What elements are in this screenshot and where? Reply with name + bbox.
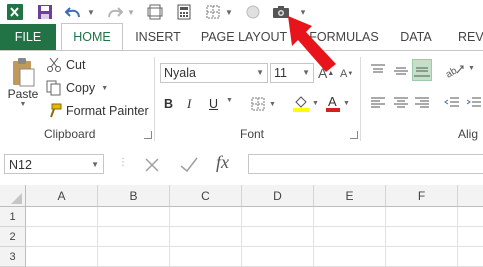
alignment-group-label: Alig (458, 127, 479, 141)
column-header[interactable]: F (386, 185, 458, 207)
align-center-button[interactable] (393, 95, 409, 114)
align-center-icon (394, 97, 408, 108)
paste-label: Paste (7, 87, 39, 101)
cell-area[interactable] (26, 207, 483, 267)
group-divider (154, 57, 155, 141)
brush-icon (50, 103, 62, 118)
italic-button[interactable]: I (187, 95, 191, 113)
copy-label: Copy (66, 81, 96, 95)
cut-label: Cut (66, 58, 86, 72)
underline-button[interactable]: U (209, 95, 218, 113)
tab-insert[interactable]: INSERT (128, 24, 188, 50)
tab-file[interactable]: FILE (0, 24, 56, 50)
border-icon (251, 97, 265, 111)
tab-home[interactable]: HOME (61, 23, 123, 51)
outdent-icon (444, 97, 459, 107)
redo-dropdown-icon[interactable]: ▼ (126, 2, 136, 22)
checkmark-icon (180, 157, 198, 173)
tab-data[interactable]: DATA (392, 24, 440, 50)
format-painter-button[interactable]: Format Painter (46, 102, 149, 120)
paste-dropdown-icon: ▼ (19, 101, 27, 108)
underline-dropdown-icon[interactable]: ▼ (226, 97, 233, 104)
ribbon-tabs: FILE HOME INSERT PAGE LAYOUT FORMULAS DA… (0, 23, 483, 51)
scissors-icon (47, 57, 61, 72)
tab-review[interactable]: REV (458, 24, 483, 50)
align-bottom-icon (414, 67, 430, 77)
annotation-arrow-icon (288, 16, 336, 72)
column-header[interactable]: A (26, 185, 98, 207)
orientation-button[interactable]: ab ▼ (444, 61, 475, 82)
increase-indent-button[interactable] (466, 95, 482, 114)
save-icon[interactable] (34, 2, 56, 22)
quick-access-toolbar: ▼ ▼ ▼ ▾ (0, 0, 483, 24)
column-header[interactable]: C (170, 185, 242, 207)
name-box-dropdown-icon[interactable]: ▼ (91, 155, 99, 175)
circle-shape-icon[interactable] (242, 2, 264, 22)
copy-button[interactable]: Copy ▼ (46, 79, 108, 97)
top-align-button[interactable] (370, 63, 386, 82)
row-header[interactable]: 3 (0, 247, 26, 267)
bold-button[interactable]: B (164, 95, 173, 113)
formula-input[interactable] (248, 154, 483, 174)
confirm-entry-button[interactable] (178, 155, 200, 178)
font-color-icon: A (326, 94, 340, 112)
column-header[interactable] (458, 185, 483, 207)
indent-icon (466, 97, 481, 107)
clipboard-group-label: Clipboard (44, 127, 96, 141)
format-painter-label: Format Painter (66, 104, 149, 118)
decrease-font-size-button[interactable]: A ▼ (340, 65, 353, 83)
font-color-button[interactable]: A ▼ (325, 93, 350, 113)
cancel-entry-button[interactable] (142, 155, 162, 178)
copy-dropdown-icon: ▼ (101, 84, 109, 92)
print-preview-icon[interactable] (144, 2, 166, 22)
align-right-icon (415, 97, 429, 108)
font-name-dropdown-icon[interactable]: ▼ (256, 68, 264, 77)
column-header[interactable]: D (242, 185, 314, 207)
formula-bar-grip-icon: ⋮ (118, 157, 128, 168)
row-header[interactable]: 2 (0, 227, 26, 247)
undo-dropdown-icon[interactable]: ▼ (85, 2, 97, 22)
column-header[interactable]: E (314, 185, 386, 207)
ribbon: Paste ▼ Cut Copy ▼ Format Painter Clipbo… (0, 50, 483, 148)
font-group-label: Font (240, 127, 265, 141)
font-dialog-launcher-icon[interactable] (350, 131, 358, 139)
select-all-button[interactable] (0, 185, 26, 207)
middle-align-button[interactable] (393, 63, 409, 82)
column-header[interactable]: B (98, 185, 170, 207)
font-name-value: Nyala (164, 66, 196, 80)
cut-button[interactable]: Cut (46, 56, 85, 74)
borders-dropdown-icon[interactable]: ▼ (224, 2, 234, 22)
formula-bar: N12 ▼ ⋮ fx (0, 147, 483, 185)
borders-button[interactable]: ▼ (250, 95, 276, 113)
paste-icon (13, 58, 35, 87)
align-middle-icon (394, 67, 408, 75)
name-box-value: N12 (9, 158, 32, 172)
group-divider (360, 57, 361, 141)
undo-icon[interactable] (62, 2, 84, 22)
align-right-button[interactable] (414, 95, 430, 114)
fill-color-button[interactable]: ▼ (292, 93, 319, 113)
name-box[interactable]: N12 ▼ (4, 154, 104, 174)
paste-button[interactable]: Paste ▼ (6, 57, 40, 113)
borders-icon[interactable] (202, 2, 224, 22)
align-left-button[interactable] (370, 95, 386, 114)
align-top-icon (371, 64, 385, 73)
svg-text:A: A (328, 94, 337, 109)
decrease-indent-button[interactable] (444, 95, 460, 114)
paint-bucket-icon (293, 96, 309, 112)
clipboard-dialog-launcher-icon[interactable] (144, 131, 152, 139)
text-orientation-icon: ab (444, 65, 464, 81)
align-left-icon (371, 97, 385, 108)
calculator-icon[interactable] (173, 2, 195, 22)
worksheet-grid[interactable]: A B C D E F 1 2 3 (0, 185, 483, 267)
excel-logo-icon (4, 2, 26, 22)
font-name-combobox[interactable]: Nyala ▼ (160, 63, 268, 83)
cancel-x-icon (145, 158, 159, 172)
redo-icon[interactable] (104, 2, 126, 22)
tab-page-layout[interactable]: PAGE LAYOUT (196, 24, 292, 50)
copy-icon (46, 80, 61, 96)
insert-function-button[interactable]: fx (216, 152, 229, 173)
row-header[interactable]: 1 (0, 207, 26, 227)
bottom-align-button[interactable] (412, 59, 432, 81)
